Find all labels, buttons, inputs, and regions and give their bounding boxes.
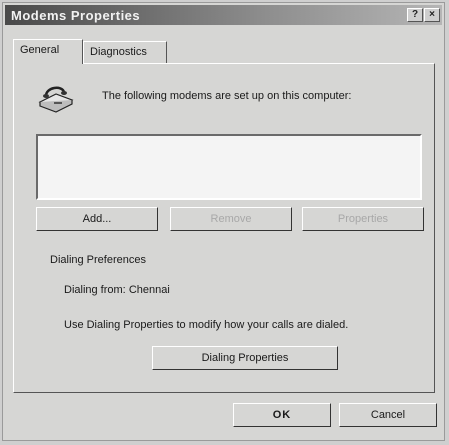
title-bar[interactable]: Modems Properties ? × (5, 5, 442, 25)
dialing-preferences-label: Dialing Preferences (50, 254, 146, 266)
dialing-from-value: Chennai (128, 284, 170, 296)
tab-diagnostics[interactable]: Diagnostics (83, 41, 167, 63)
modems-properties-dialog: Modems Properties ? × General Diagnostic… (2, 2, 445, 441)
dialing-from-row: Dialing from: Chennai (64, 284, 170, 296)
tab-diagnostics-label: Diagnostics (90, 46, 147, 58)
cancel-button[interactable]: Cancel (339, 403, 437, 427)
modems-intro-text: The following modems are set up on this … (102, 90, 352, 102)
general-tab-panel: The following modems are set up on this … (13, 63, 435, 393)
dialing-hint-text: Use Dialing Properties to modify how you… (64, 319, 349, 331)
help-button[interactable]: ? (407, 8, 423, 22)
modem-icon (38, 86, 74, 113)
properties-button[interactable]: Properties (302, 207, 424, 231)
modem-list[interactable] (36, 134, 422, 200)
dialing-from-label: Dialing from: (64, 284, 126, 296)
window-title: Modems Properties (11, 8, 141, 23)
add-button[interactable]: Add... (36, 207, 158, 231)
close-button[interactable]: × (424, 8, 440, 22)
ok-button[interactable]: OK (233, 403, 331, 427)
remove-button[interactable]: Remove (170, 207, 292, 231)
tab-general-label: General (20, 44, 60, 56)
dialing-properties-button[interactable]: Dialing Properties (152, 346, 338, 370)
tab-general[interactable]: General (13, 39, 83, 64)
